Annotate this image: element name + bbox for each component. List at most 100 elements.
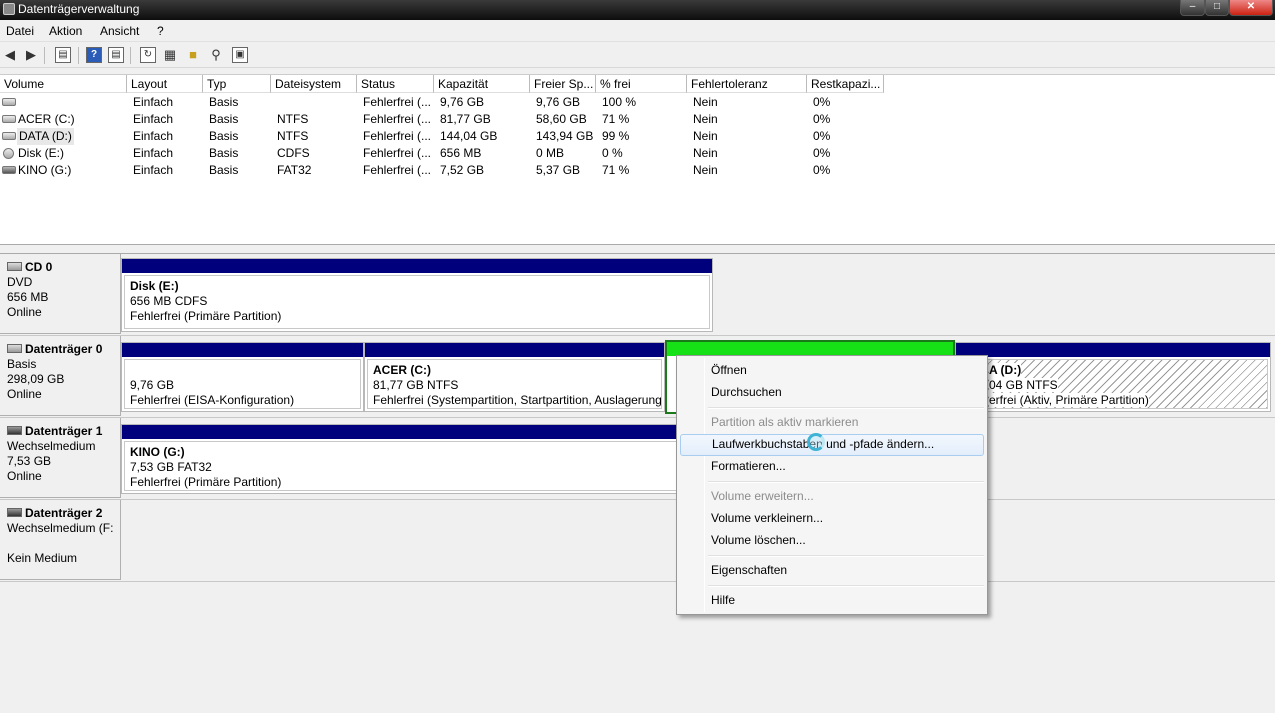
refresh-icon[interactable]: ↻ — [140, 47, 156, 63]
partition-status: erfrei (Aktiv, Primäre Partition) — [989, 393, 1149, 407]
partition-size: 04 GB NTFS — [989, 378, 1058, 392]
cell-restkapazitaet: 0% — [813, 146, 831, 160]
minimize-button[interactable]: – — [1180, 0, 1205, 16]
partition-disk-e[interactable]: Disk (E:) 656 MB CDFS Fehlerfrei (Primär… — [121, 258, 713, 332]
menu-item-format[interactable]: Formatieren... — [680, 456, 984, 478]
column-header-fehlertoleranz[interactable]: Fehlertoleranz — [687, 75, 807, 93]
partition-title: A (D:) — [989, 363, 1022, 378]
console-tree-icon[interactable]: ▤ — [55, 47, 71, 63]
drive-icon — [2, 132, 16, 140]
column-header-status[interactable]: Status — [357, 75, 434, 93]
help-icon[interactable]: ? — [86, 47, 102, 63]
disk-name: Datenträger 2 — [25, 506, 103, 520]
busy-cursor-icon — [807, 433, 825, 451]
partition-bar — [365, 343, 664, 357]
partition-eisa[interactable]: 9,76 GB Fehlerfrei (EISA-Konfiguration) — [121, 342, 364, 412]
open-folder-icon[interactable]: ■ — [185, 47, 201, 63]
menu-item-help[interactable]: Hilfe — [680, 590, 984, 612]
menu-item-mark-active[interactable]: Partition als aktiv markieren — [680, 412, 984, 434]
disk-graphical-view: CD 0 DVD 656 MB Online Disk (E:) 656 MB … — [0, 254, 1275, 713]
partition-size: 7,53 GB FAT32 — [130, 460, 212, 474]
disk-label-disk1[interactable]: Datenträger 1 Wechselmedium 7,53 GB Onli… — [0, 418, 121, 498]
disk-label-disk0[interactable]: Datenträger 0 Basis 298,09 GB Online — [0, 336, 121, 416]
partition-data-d[interactable]: A (D:) 04 GB NTFS erfrei (Aktiv, Primäre… — [955, 342, 1271, 412]
disk-status: Online — [7, 387, 42, 401]
cell-typ: Basis — [209, 112, 239, 126]
disk-type: DVD — [7, 275, 33, 289]
column-header-layout[interactable]: Layout — [127, 75, 203, 93]
drive-icon — [2, 115, 16, 123]
toolbar-separator — [130, 47, 131, 64]
menu-item-open[interactable]: Öffnen — [680, 360, 984, 382]
cell-freier-speicher: 5,37 GB — [536, 163, 581, 177]
menu-aktion[interactable]: Aktion — [49, 24, 82, 38]
table-row[interactable]: Einfach Basis Fehlerfrei (... 9,76 GB 9,… — [0, 94, 900, 111]
cell-typ: Basis — [209, 129, 239, 143]
cell-volume: ACER (C:) — [18, 112, 75, 126]
partition-status: Fehlerfrei (Systempartition, Startpartit… — [373, 393, 662, 407]
menu-separator — [708, 481, 984, 483]
menu-item-extend[interactable]: Volume erweitern... — [680, 486, 984, 508]
column-header-dateisystem[interactable]: Dateisystem — [271, 75, 357, 93]
cell-prozent-frei: 0 % — [602, 146, 623, 160]
close-button[interactable]: ✕ — [1229, 0, 1273, 16]
table-row[interactable]: ACER (C:) Einfach Basis NTFS Fehlerfrei … — [0, 111, 900, 128]
partition-acer-c[interactable]: ACER (C:) 81,77 GB NTFS Fehlerfrei (Syst… — [364, 342, 665, 412]
partition-title: KINO (G:) — [130, 445, 185, 459]
cell-kapazitaet: 144,04 GB — [440, 129, 498, 143]
menu-item-properties[interactable]: Eigenschaften — [680, 560, 984, 582]
cell-dateisystem: CDFS — [277, 146, 310, 160]
menu-item-delete[interactable]: Volume löschen... — [680, 530, 984, 552]
disk-size — [7, 536, 120, 551]
table-row[interactable]: DATA (D:) Einfach Basis NTFS Fehlerfrei … — [0, 128, 900, 145]
action-pane-icon[interactable]: ▤ — [108, 47, 124, 63]
cell-dateisystem: FAT32 — [277, 163, 312, 177]
partition-status: Fehlerfrei (Primäre Partition) — [130, 309, 282, 323]
disk-label-cd0[interactable]: CD 0 DVD 656 MB Online — [0, 254, 121, 334]
cell-restkapazitaet: 0% — [813, 163, 831, 177]
menu-item-browse[interactable]: Durchsuchen — [680, 382, 984, 404]
properties-icon[interactable]: ▦ — [162, 47, 178, 63]
drive-icon — [2, 98, 16, 106]
forward-icon[interactable]: ▶ — [23, 47, 39, 63]
search-icon[interactable]: ⚲ — [208, 47, 224, 63]
removable-disk-icon — [7, 508, 22, 517]
partition-title — [130, 363, 360, 378]
column-header-restkapazitaet[interactable]: Restkapazi... — [807, 75, 884, 93]
cell-prozent-frei: 99 % — [602, 129, 630, 143]
menu-datei[interactable]: Datei — [6, 24, 34, 38]
cell-typ: Basis — [209, 95, 239, 109]
column-header-kapazitaet[interactable]: Kapazität — [434, 75, 530, 93]
partition-kino-g[interactable]: KINO (G:) 7,53 GB FAT32 Fehlerfrei (Prim… — [121, 424, 686, 494]
column-header-volume[interactable]: Volume — [0, 75, 127, 93]
table-row[interactable]: KINO (G:) Einfach Basis FAT32 Fehlerfrei… — [0, 162, 900, 179]
disk-size: 298,09 GB — [7, 372, 65, 386]
menu-item-shrink[interactable]: Volume verkleinern... — [680, 508, 984, 530]
disk-label-disk2[interactable]: Datenträger 2 Wechselmedium (F: Kein Med… — [0, 500, 121, 580]
cell-status: Fehlerfrei (... — [363, 95, 432, 109]
menu-item-change-drive-letter[interactable]: Laufwerkbuchstaben und -pfade ändern... — [680, 434, 984, 456]
partition-size: 656 MB CDFS — [130, 294, 208, 308]
cell-restkapazitaet: 0% — [813, 112, 831, 126]
maximize-button[interactable]: □ — [1205, 0, 1229, 16]
table-row[interactable]: Disk (E:) Einfach Basis CDFS Fehlerfrei … — [0, 145, 900, 162]
pane-splitter[interactable] — [0, 244, 1275, 254]
menu-separator — [708, 585, 984, 587]
cell-status: Fehlerfrei (... — [363, 112, 432, 126]
column-header-typ[interactable]: Typ — [203, 75, 271, 93]
volume-list[interactable]: Volume Layout Typ Dateisystem Status Kap… — [0, 74, 1275, 244]
menu-help[interactable]: ? — [157, 24, 164, 38]
export-icon[interactable]: ▣ — [232, 47, 248, 63]
disk-name: Datenträger 1 — [25, 424, 103, 438]
menu-ansicht[interactable]: Ansicht — [100, 24, 139, 38]
back-icon[interactable]: ◀ — [2, 47, 18, 63]
usb-drive-icon — [2, 166, 16, 174]
cell-kapazitaet: 81,77 GB — [440, 112, 491, 126]
menu-bar: Datei Aktion Ansicht ? — [0, 20, 1275, 42]
cell-fehlertoleranz: Nein — [693, 112, 718, 126]
cell-kapazitaet: 656 MB — [440, 146, 482, 160]
disk-type: Wechselmedium (F: — [7, 521, 114, 535]
column-header-prozent-frei[interactable]: % frei — [596, 75, 687, 93]
column-header-freier-speicher[interactable]: Freier Sp... — [530, 75, 596, 93]
cell-freier-speicher: 58,60 GB — [536, 112, 587, 126]
